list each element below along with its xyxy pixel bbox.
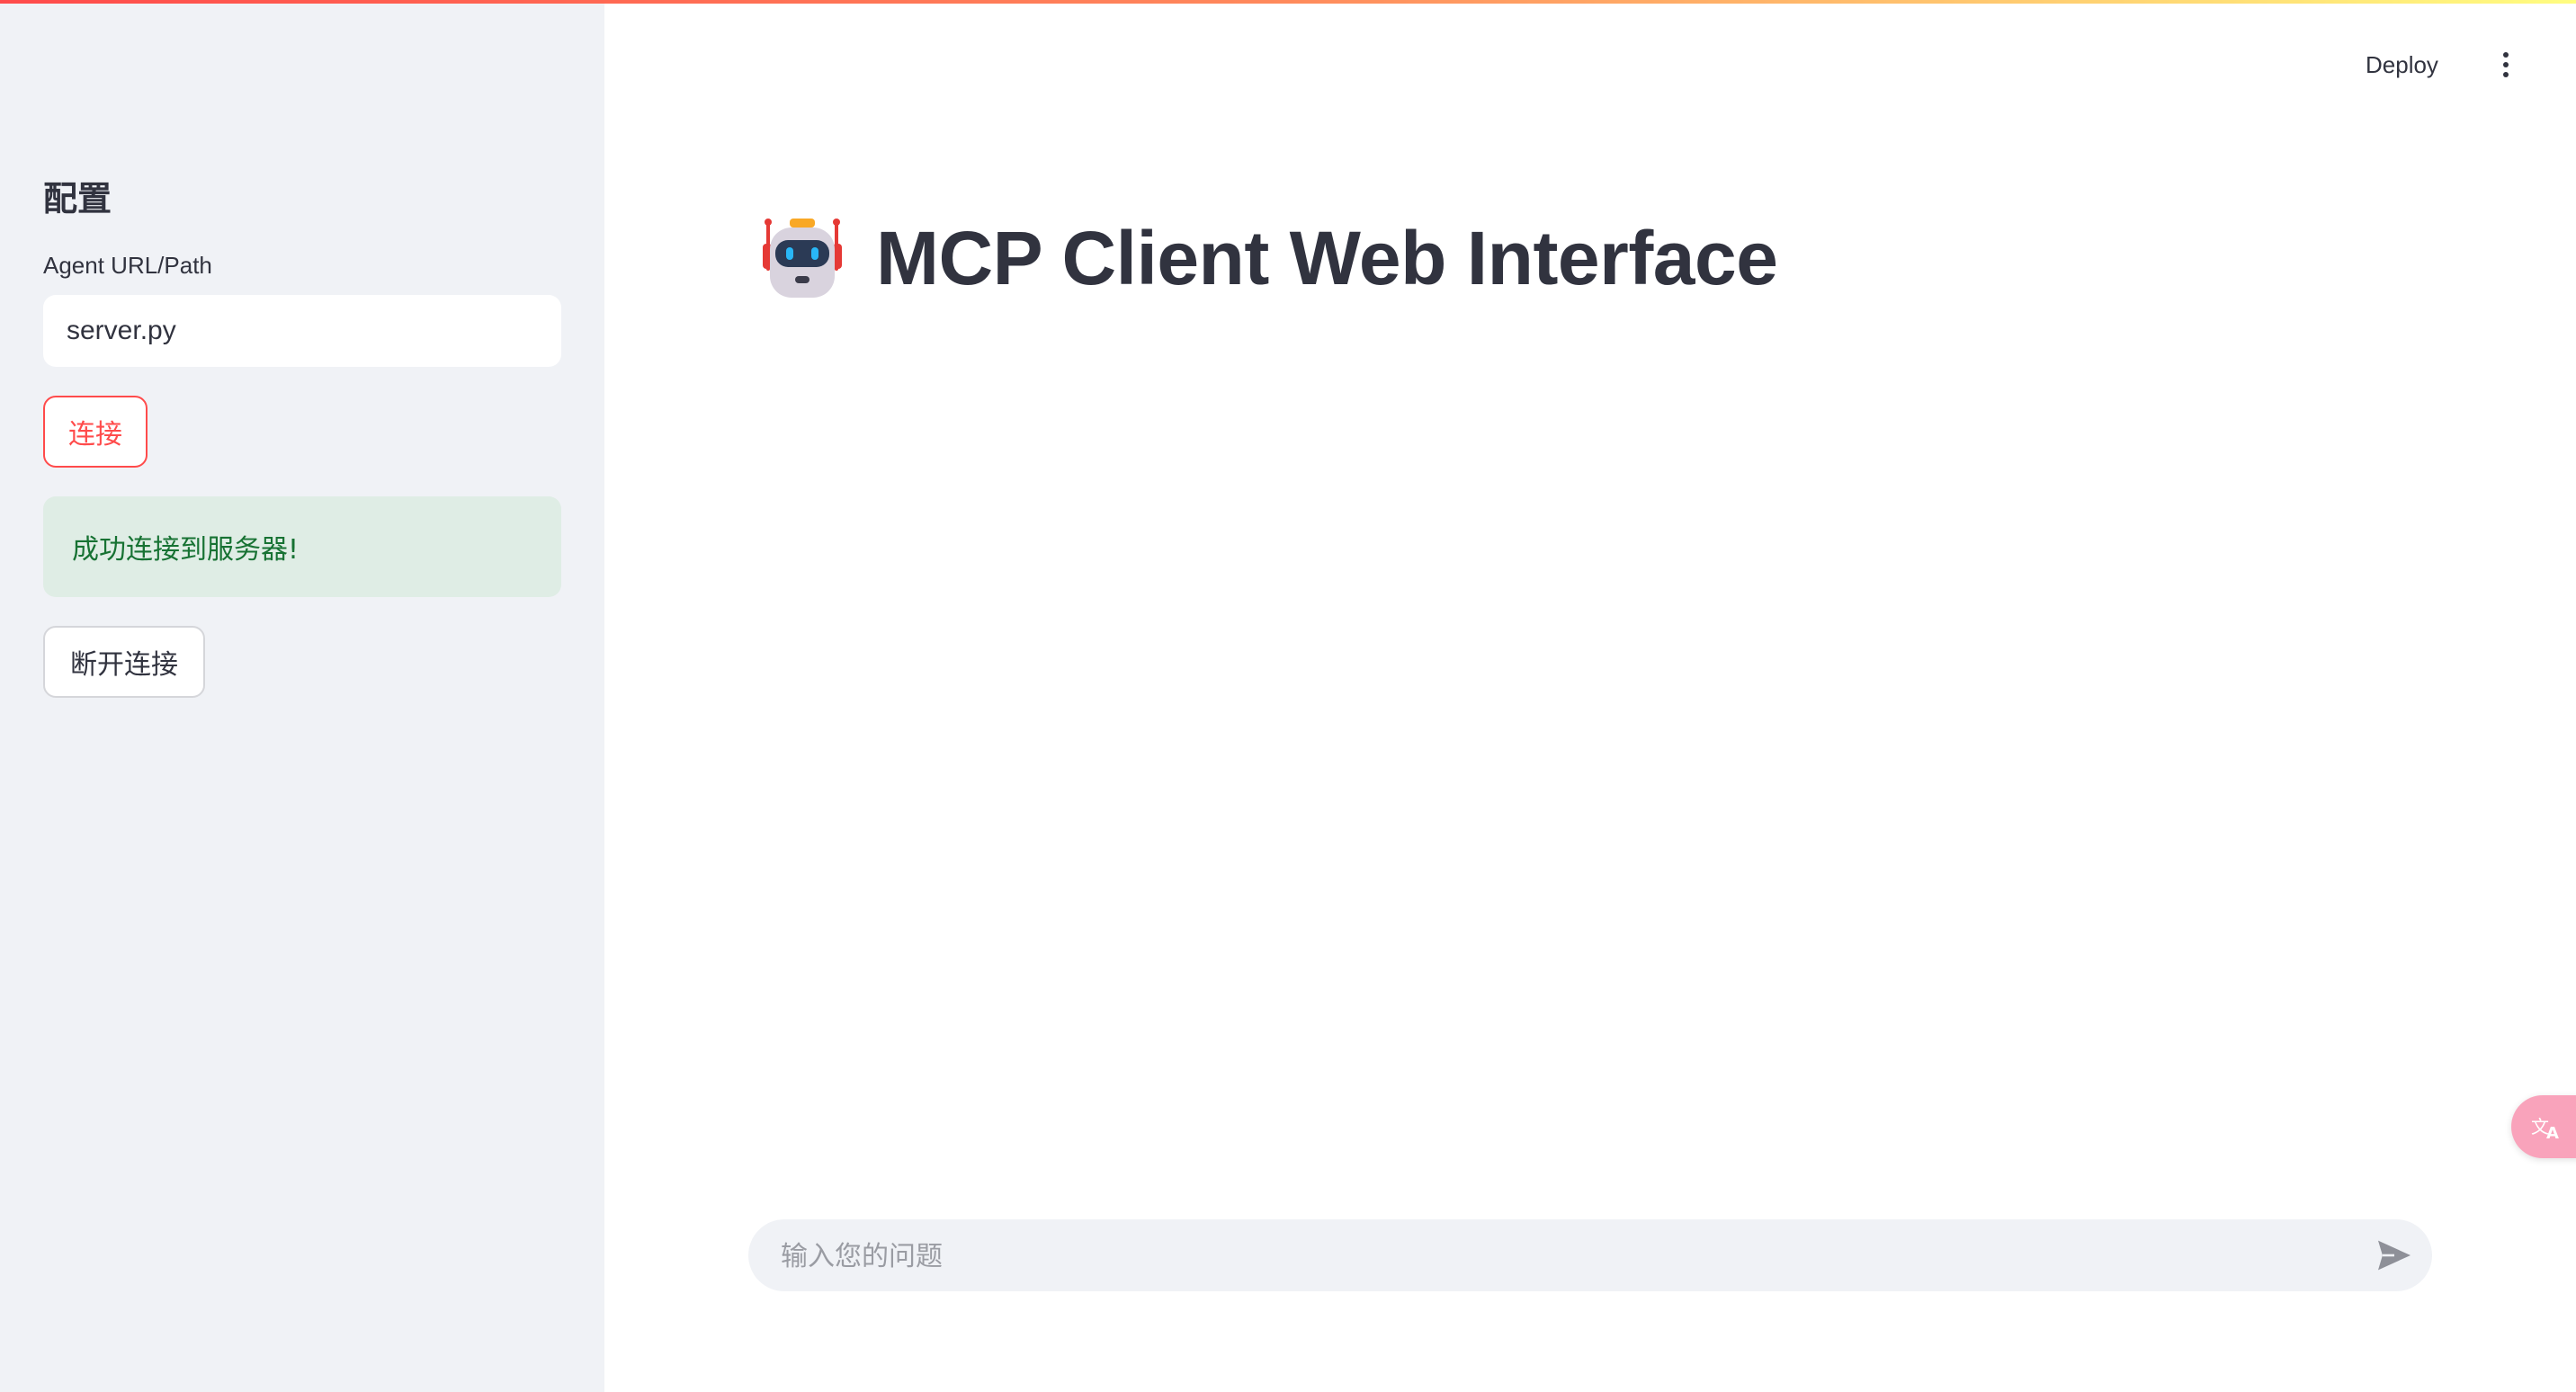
success-alert: 成功连接到服务器! bbox=[43, 496, 561, 597]
connect-button[interactable]: 连接 bbox=[43, 396, 148, 468]
deploy-button[interactable]: Deploy bbox=[2366, 45, 2438, 85]
app-root: 配置 Agent URL/Path 连接 成功连接到服务器! 断开连接 Depl… bbox=[0, 0, 2576, 1392]
chat-input[interactable] bbox=[779, 1219, 2348, 1293]
svg-text:A: A bbox=[2546, 1124, 2559, 1142]
sidebar: 配置 Agent URL/Path 连接 成功连接到服务器! 断开连接 bbox=[0, 0, 604, 1392]
top-decoration-bar bbox=[0, 0, 2576, 4]
chat-input-container bbox=[748, 1219, 2432, 1293]
agent-url-label: Agent URL/Path bbox=[43, 252, 212, 279]
sidebar-title: 配置 bbox=[43, 179, 112, 219]
send-icon[interactable] bbox=[2375, 1236, 2414, 1275]
page-header: MCP Client Web Interface bbox=[761, 209, 1778, 308]
disconnect-button[interactable]: 断开连接 bbox=[43, 626, 205, 698]
agent-url-input[interactable] bbox=[43, 295, 561, 367]
more-vertical-icon[interactable] bbox=[2495, 47, 2517, 83]
robot-icon bbox=[763, 219, 842, 298]
translate-icon[interactable]: 文 A bbox=[2511, 1095, 2576, 1158]
page-title: MCP Client Web Interface bbox=[876, 215, 1778, 300]
